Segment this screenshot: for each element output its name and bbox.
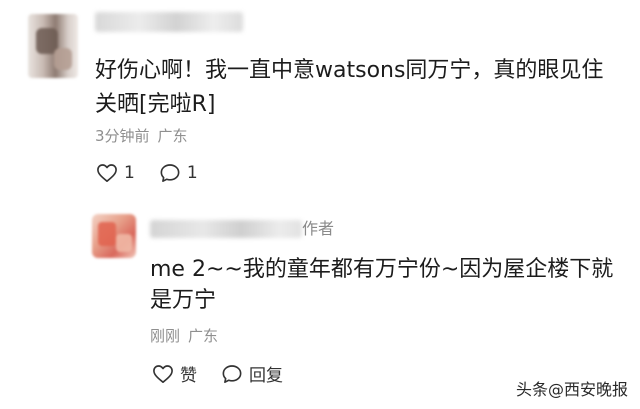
comment-meta: 3分钟前 广东 (95, 126, 188, 146)
author-badge: 作者 (302, 219, 335, 238)
reply-reply-button[interactable]: 回复 (221, 361, 283, 386)
reply-meta: 刚刚 广东 (150, 326, 218, 346)
reply-like-button[interactable]: 赞 (152, 361, 197, 386)
heart-outline-icon (153, 364, 173, 383)
source-watermark: 头条@西安晚报 (515, 380, 628, 399)
comment-like-count: 1 (124, 163, 135, 183)
reply-like-label: 赞 (180, 366, 197, 386)
commenter-name-blurred[interactable] (95, 12, 243, 32)
reply-text: me 2~~我的童年都有万宁份~因为屋企楼下就是万宁 (150, 257, 614, 313)
author-avatar[interactable] (92, 214, 136, 258)
author-name-blurred[interactable] (150, 220, 302, 238)
commenter-avatar[interactable] (28, 14, 78, 78)
comment-text: 好伤心啊！我一直中意watsons同万宁，真的眼见住关晒[完啦R] (95, 58, 604, 117)
comment-reply-count: 1 (186, 163, 198, 183)
reply-actions: 赞 回复 (152, 361, 307, 386)
comment-time: 3分钟前 (95, 127, 150, 145)
comment-location: 广东 (157, 127, 188, 145)
comment-actions: 1 1 (96, 163, 222, 183)
comment-bubble-icon (160, 164, 180, 182)
reply-location: 广东 (188, 327, 219, 345)
reply-reply-label: 回复 (249, 366, 283, 386)
comment-like-button[interactable]: 1 (96, 163, 135, 183)
comment-bubble-icon (222, 364, 242, 383)
comment-reply-button[interactable]: 1 (159, 163, 198, 183)
reply-time: 刚刚 (150, 327, 181, 345)
heart-outline-icon (97, 164, 117, 182)
